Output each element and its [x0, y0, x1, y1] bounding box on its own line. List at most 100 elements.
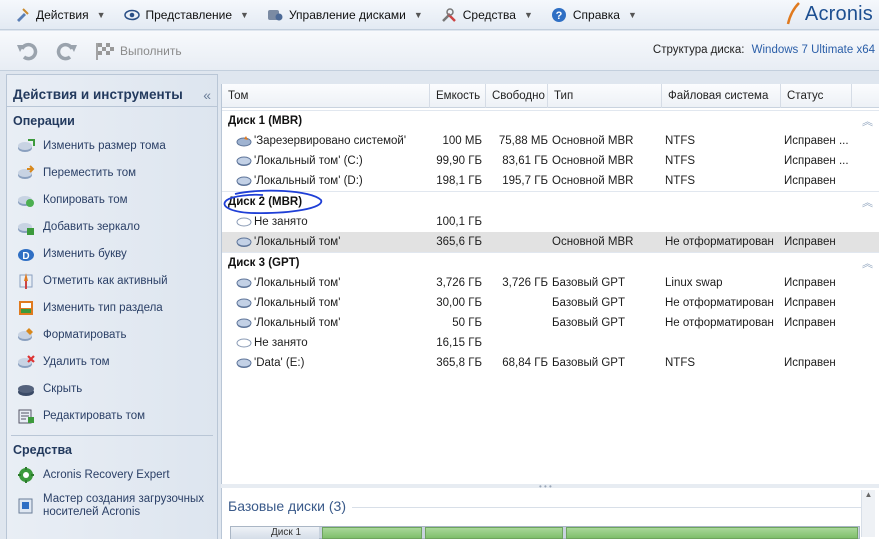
cell-status: Исправен ... — [784, 155, 849, 167]
sidebar-item-label: Удалить том — [43, 355, 110, 368]
volume-name: 'Локальный том' — [254, 317, 341, 329]
sidebar-item-format[interactable]: Форматировать — [7, 321, 217, 348]
sidebar-item-label: Переместить том — [43, 166, 137, 179]
cell-status: Исправен — [784, 175, 836, 187]
cell-capacity: 3,726 ГБ — [436, 277, 482, 289]
column-header-status[interactable]: Статус — [781, 84, 852, 108]
table-row[interactable]: 'Локальный том' 30,00 ГБ Базовый GPT Не отф… — [222, 293, 879, 313]
basic-disks-title: Базовые диски (3) — [228, 498, 346, 514]
collapse-group-icon[interactable]: ︽ — [862, 113, 873, 129]
copy-volume-icon — [18, 195, 34, 207]
tools-section-title: Средства — [13, 443, 72, 457]
menu-actions[interactable]: Действия ▼ — [8, 3, 112, 27]
table-row[interactable]: Не занято 100,1 ГБ — [222, 212, 879, 232]
vertical-scrollbar[interactable]: ▲ — [861, 490, 875, 537]
menu-tools[interactable]: Средства ▼ — [435, 3, 539, 27]
unallocated-icon — [236, 217, 252, 227]
sidebar-item-copy-volume[interactable]: Копировать том — [7, 186, 217, 213]
scroll-up-icon[interactable]: ▲ — [862, 490, 875, 499]
mark-active-icon — [19, 272, 33, 289]
cell-free: 83,61 ГБ — [502, 155, 548, 167]
cell-filesystem: NTFS — [665, 135, 696, 147]
table-row[interactable]: 'Локальный том' 365,6 ГБ Основной MBR Не от… — [222, 232, 879, 252]
table-row[interactable]: 'Зарезервировано системой' 100 МБ 75,88 МБ… — [222, 131, 879, 151]
cell-filesystem: Не отформатирован — [665, 297, 774, 309]
volume-name: Не занято — [254, 216, 308, 228]
collapse-group-icon[interactable]: ︽ — [862, 194, 873, 210]
disk-1-map[interactable]: Диск 1 — [230, 526, 860, 539]
disk-group-name: Диск 2 (MBR) — [228, 196, 303, 208]
sidebar-item-move-volume[interactable]: Переместить том — [7, 159, 217, 186]
column-header-filler — [852, 84, 879, 108]
table-row[interactable]: 'Локальный том' 3,726 ГБ 3,726 ГБ Базовый G… — [222, 273, 879, 293]
sidebar-item-mark-active[interactable]: Отметить как активный — [7, 267, 217, 294]
volume-name: 'Локальный том' — [254, 277, 341, 289]
column-header-capacity[interactable]: Емкость — [430, 84, 486, 108]
disk-1-partition-d[interactable] — [566, 527, 858, 539]
table-row[interactable]: Не занято 16,15 ГБ — [222, 333, 879, 353]
undo-button[interactable] — [14, 38, 40, 64]
cell-status: Исправен — [784, 277, 836, 289]
menu-help[interactable]: ? Справка ▼ — [545, 3, 643, 27]
cell-volume: 'Локальный том' (C:) — [222, 155, 428, 167]
cell-volume: 'Зарезервировано системой' — [222, 135, 428, 147]
sidebar-item-change-letter[interactable]: D Изменить букву — [7, 240, 217, 267]
chevron-down-icon: ▼ — [523, 9, 533, 20]
collapse-sidebar-icon[interactable]: « — [203, 87, 211, 103]
sidebar-item-change-partition-type[interactable]: Изменить тип раздела — [7, 294, 217, 321]
sidebar-item-label: Форматировать — [43, 328, 127, 341]
disk-1-label: Диск 1 — [231, 527, 319, 539]
sidebar-item-bootable-media[interactable]: Мастер создания загрузочных носителей Acr… — [7, 488, 217, 524]
sidebar-item-add-mirror[interactable]: Добавить зеркало — [7, 213, 217, 240]
chevron-down-icon: ▼ — [240, 9, 249, 20]
menu-view[interactable]: Представление ▼ — [118, 3, 255, 27]
sidebar-item-edit-volume[interactable]: Редактировать том — [7, 402, 217, 429]
column-header-fs[interactable]: Файловая система — [662, 84, 781, 108]
svg-text:?: ? — [555, 10, 562, 22]
cell-free: 68,84 ГБ — [502, 357, 548, 369]
undo-icon — [17, 42, 38, 60]
menu-tools-label: Средства — [462, 7, 516, 22]
menu-view-label: Представление — [145, 7, 233, 22]
collapse-group-icon[interactable]: ︽ — [862, 255, 873, 271]
checkered-flag-icon — [96, 42, 114, 60]
column-header-free[interactable]: Свободно — [486, 84, 548, 108]
sidebar-item-recovery-expert[interactable]: Acronis Recovery Expert — [7, 461, 217, 488]
sidebar-item-label: Скрыть — [43, 382, 83, 395]
cell-filesystem: Не отформатирован — [665, 317, 774, 329]
bootable-media-icon — [18, 498, 33, 514]
table-row[interactable]: 'Локальный том' (C:) 99,90 ГБ 83,61 ГБ Осно… — [222, 151, 879, 171]
disk-1-partition-c[interactable] — [425, 527, 563, 539]
commit-button[interactable]: Выполнить — [94, 41, 182, 61]
logo-text: Acronis — [804, 2, 873, 25]
menu-actions-label: Действия — [36, 7, 89, 22]
disk-group-header[interactable]: Диск 3 (GPT) ︽ — [222, 252, 879, 273]
disk-group-header[interactable]: Диск 2 (MBR) ︽ — [222, 191, 879, 212]
cell-type: Основной MBR — [552, 236, 634, 248]
table-row[interactable]: 'Data' (E:) 365,8 ГБ 68,84 ГБ Базовый GPT NT… — [222, 353, 879, 373]
svg-text:D: D — [22, 251, 29, 262]
menu-help-label: Справка — [572, 7, 620, 22]
disk-1-partition-reserved[interactable] — [322, 527, 422, 539]
volume-icon — [236, 176, 252, 186]
sidebar-item-resize-volume[interactable]: Изменить размер тома — [7, 132, 217, 159]
table-row[interactable]: 'Локальный том' 50 ГБ Базовый GPT Не отформ… — [222, 313, 879, 333]
cell-volume: Не занято — [222, 337, 428, 349]
redo-button[interactable] — [54, 38, 80, 64]
table-row[interactable]: 'Локальный том' (D:) 198,1 ГБ 195,7 ГБ Осно… — [222, 171, 879, 191]
column-header-type[interactable]: Тип — [548, 84, 662, 108]
sidebar-item-delete-volume[interactable]: Удалить том — [7, 348, 217, 375]
sidebar-item-label: Изменить тип раздела — [43, 301, 163, 314]
cell-capacity: 365,6 ГБ — [436, 236, 482, 248]
unallocated-icon — [236, 338, 252, 348]
table-header: Том Емкость Свободно Тип Файловая систем… — [222, 84, 879, 108]
volume-icon — [236, 298, 252, 308]
disk-structure-label: Структура диска: — [652, 44, 745, 56]
sidebar-item-hide[interactable]: Скрыть — [7, 375, 217, 402]
menu-disk-management[interactable]: Управление дисками ▼ — [261, 3, 429, 27]
cell-volume: 'Локальный том' — [222, 236, 428, 248]
disk-structure-link[interactable]: Windows 7 Ultimate x64 — [752, 44, 875, 56]
disk-group-header[interactable]: Диск 1 (MBR) ︽ — [222, 110, 879, 131]
column-header-volume[interactable]: Том — [222, 84, 430, 108]
volume-table: Том Емкость Свободно Тип Файловая систем… — [221, 84, 879, 484]
